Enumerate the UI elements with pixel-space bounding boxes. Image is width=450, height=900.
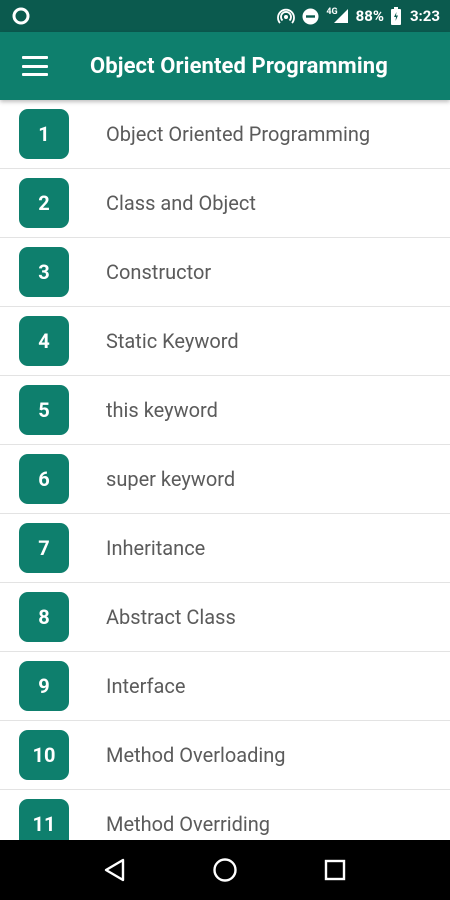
topic-label: Method Overriding xyxy=(106,812,271,836)
battery-icon xyxy=(390,7,401,25)
list-item[interactable]: 10 Method Overloading xyxy=(0,721,450,790)
home-icon xyxy=(213,858,237,882)
list-item[interactable]: 1 Object Oriented Programming xyxy=(0,100,450,169)
status-bar: 4G 88% 3:23 xyxy=(0,0,450,32)
list-item[interactable]: 8 Abstract Class xyxy=(0,583,450,652)
app-bar: Object Oriented Programming xyxy=(0,32,450,100)
topic-number-badge: 5 xyxy=(19,385,69,435)
recents-button[interactable] xyxy=(310,845,360,895)
topic-label: Method Overloading xyxy=(106,743,286,767)
list-item[interactable]: 3 Constructor xyxy=(0,238,450,307)
hamburger-menu-icon[interactable] xyxy=(22,56,48,76)
topic-label: this keyword xyxy=(106,398,218,422)
status-right: 4G 88% 3:23 xyxy=(277,7,440,25)
list-item[interactable]: 7 Inheritance xyxy=(0,514,450,583)
navigation-bar xyxy=(0,840,450,900)
topic-label: Object Oriented Programming xyxy=(106,122,371,146)
recents-icon xyxy=(324,859,346,881)
topic-number-badge: 8 xyxy=(19,592,69,642)
topic-label: Static Keyword xyxy=(106,329,239,353)
list-item[interactable]: 2 Class and Object xyxy=(0,169,450,238)
network-type: 4G xyxy=(326,7,338,17)
clock: 3:23 xyxy=(409,7,440,25)
topic-label: Constructor xyxy=(106,260,212,284)
home-button[interactable] xyxy=(200,845,250,895)
topic-number-badge: 1 xyxy=(19,109,69,159)
topic-label: super keyword xyxy=(106,467,236,491)
topic-number-badge: 7 xyxy=(19,523,69,573)
topic-label: Abstract Class xyxy=(106,605,236,629)
list-item[interactable]: 4 Static Keyword xyxy=(0,307,450,376)
topic-label: Interface xyxy=(106,674,186,698)
topic-number-badge: 3 xyxy=(19,247,69,297)
list-item[interactable]: 6 super keyword xyxy=(0,445,450,514)
topic-number-badge: 2 xyxy=(19,178,69,228)
topic-label: Class and Object xyxy=(106,191,256,215)
status-left xyxy=(12,7,277,25)
page-title: Object Oriented Programming xyxy=(90,53,388,79)
signal-group: 4G xyxy=(326,7,348,24)
battery-percent: 88% xyxy=(355,7,384,25)
app-notification-icon xyxy=(12,7,30,25)
topic-list[interactable]: 1 Object Oriented Programming 2 Class and O… xyxy=(0,100,450,840)
topic-number-badge: 11 xyxy=(19,799,69,840)
topic-number-badge: 10 xyxy=(19,730,69,780)
list-item[interactable]: 5 this keyword xyxy=(0,376,450,445)
hotspot-icon xyxy=(277,7,296,25)
back-button[interactable] xyxy=(90,845,140,895)
topic-label: Inheritance xyxy=(106,536,206,560)
do-not-disturb-icon xyxy=(302,8,319,25)
list-item[interactable]: 11 Method Overriding xyxy=(0,790,450,840)
topic-number-badge: 9 xyxy=(19,661,69,711)
back-icon xyxy=(104,858,125,882)
topic-number-badge: 4 xyxy=(19,316,69,366)
list-item[interactable]: 9 Interface xyxy=(0,652,450,721)
topic-number-badge: 6 xyxy=(19,454,69,504)
